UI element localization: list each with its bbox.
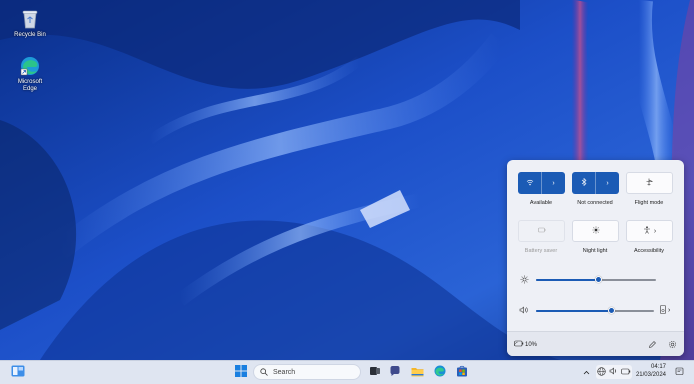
notification-icon (675, 367, 684, 378)
show-hidden-icons-button[interactable] (581, 365, 591, 379)
quick-settings-footer: 10% (507, 331, 684, 356)
speaker-icon (519, 306, 529, 316)
chevron-right-icon: › (606, 179, 609, 187)
bluetooth-icon (581, 177, 587, 188)
taskbar-search-box[interactable]: Search (253, 364, 361, 380)
chat-icon (389, 365, 401, 379)
task-view-button[interactable] (367, 364, 383, 380)
tile-wifi[interactable]: › (518, 172, 565, 194)
volume-slider-fill (536, 310, 612, 312)
tile-label-bluetooth: Not connected (577, 200, 613, 206)
audio-device-icon (660, 305, 666, 316)
sun-icon (520, 275, 529, 286)
edge-icon (19, 55, 41, 77)
brightness-icon (592, 226, 600, 236)
chevron-right-icon: › (668, 307, 671, 314)
recycle-bin-icon (19, 8, 41, 30)
accessibility-icon (643, 226, 651, 236)
battery-percentage: 10% (525, 341, 538, 348)
tile-flight-mode[interactable] (626, 172, 673, 194)
brightness-slider-fill (536, 279, 599, 281)
edge-taskbar-button[interactable] (432, 364, 448, 380)
tile-accessibility[interactable]: › (626, 220, 673, 242)
battery-charging-icon (513, 340, 524, 349)
brightness-slider-thumb[interactable] (594, 276, 602, 283)
tile-battery-saver[interactable] (518, 220, 565, 242)
tile-label-battery-saver: Battery saver (524, 248, 558, 254)
chat-button[interactable] (387, 364, 403, 380)
network-globe-icon (597, 366, 606, 378)
airplane-icon (645, 178, 654, 188)
tile-label-wifi: Available (529, 200, 553, 206)
tile-label-accessibility: Accessibility (634, 248, 664, 254)
volume-slider-thumb[interactable] (608, 307, 616, 314)
chevron-right-icon: › (653, 227, 657, 235)
edge-icon (434, 365, 446, 379)
volume-slider[interactable] (536, 310, 654, 312)
tile-night-light[interactable] (572, 220, 619, 242)
taskbar-clock[interactable]: 04:17 21/03/2024 (632, 364, 666, 379)
store-icon (456, 365, 468, 379)
clock-time: 04:17 (650, 364, 666, 370)
task-view-icon (369, 365, 381, 379)
quick-settings-tray-button[interactable] (596, 365, 632, 379)
battery-icon (621, 368, 631, 377)
desktop-icon-label-line: Edge (22, 86, 37, 92)
desktop-icon-recycle-bin[interactable]: Recycle Bin (8, 8, 52, 39)
taskbar: Search 04:17 21/03/2024 (0, 360, 694, 384)
widgets-button[interactable] (10, 364, 26, 380)
tile-bluetooth[interactable]: › (572, 172, 619, 194)
chevron-up-icon (583, 368, 590, 377)
file-explorer-button[interactable] (409, 364, 425, 380)
search-icon (260, 368, 268, 376)
settings-icon[interactable] (668, 340, 677, 351)
search-placeholder: Search (273, 368, 296, 376)
clock-date: 21/03/2024 (635, 371, 666, 378)
bluetooth-toggle[interactable] (572, 172, 595, 194)
notifications-button[interactable] (673, 365, 685, 379)
folder-icon (411, 366, 424, 379)
volume-icon (609, 367, 618, 377)
windows-logo-icon (235, 365, 247, 379)
battery-saver-icon (537, 227, 546, 235)
chevron-right-icon: › (552, 179, 555, 187)
battery-status-button[interactable]: 10% (513, 340, 538, 349)
quick-settings-panel: › Available › Not connected Flight mode … (507, 160, 684, 356)
store-button[interactable] (454, 364, 470, 380)
desktop-icon-label-line: Microsoft (17, 79, 43, 85)
wifi-toggle[interactable] (518, 172, 541, 194)
bluetooth-expand-button[interactable]: › (595, 172, 619, 194)
tile-label-flight-mode: Flight mode (634, 200, 664, 206)
audio-output-button[interactable]: › (660, 305, 670, 316)
desktop-icon-edge[interactable]: Microsoft Edge (8, 55, 52, 93)
desktop-icon-label: Recycle Bin (14, 32, 46, 38)
start-button[interactable] (233, 364, 249, 380)
wifi-expand-button[interactable]: › (541, 172, 565, 194)
wifi-icon (526, 179, 534, 188)
edit-icon[interactable] (648, 340, 657, 351)
tile-label-night-light: Night light (582, 248, 608, 254)
widgets-icon (11, 365, 25, 379)
